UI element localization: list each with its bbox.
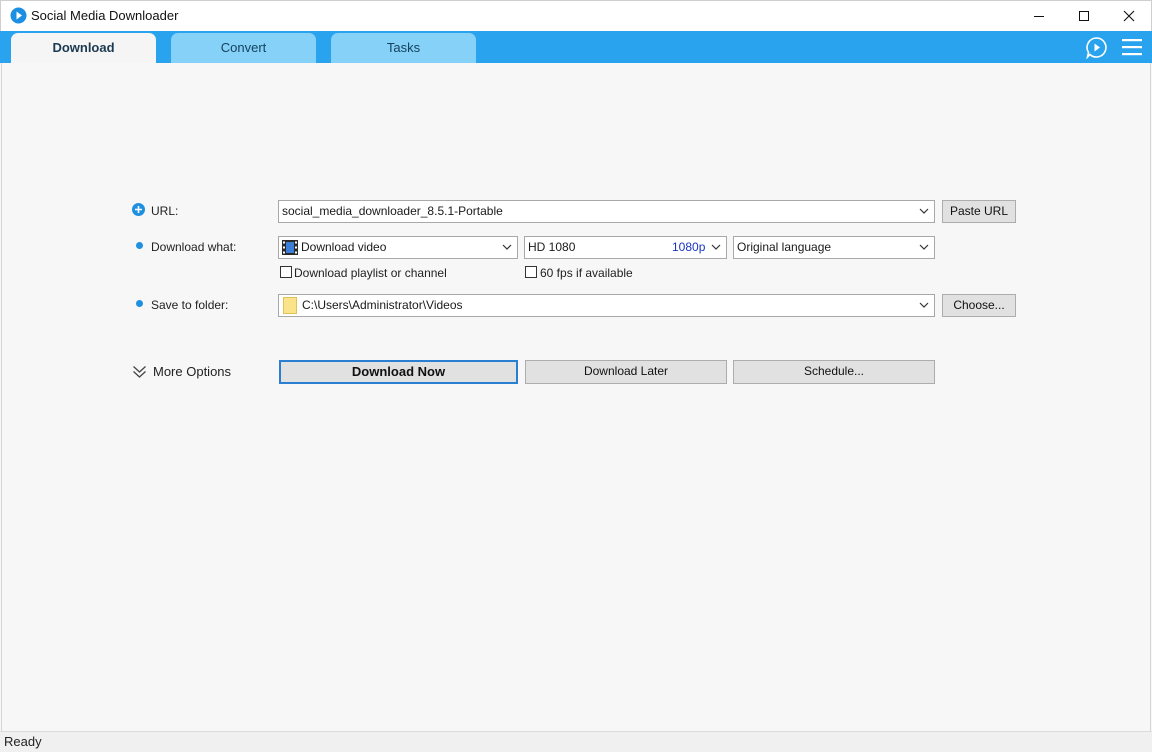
quality-badge: 1080p [672,240,706,254]
window-title: Social Media Downloader [31,8,179,23]
download-panel [1,63,1151,731]
folder-path: C:\Users\Administrator\Videos [302,298,463,312]
download-now-button[interactable]: Download Now [279,360,518,384]
language-select[interactable]: Original language [733,236,935,259]
expand-options-icon[interactable] [132,365,147,379]
tab-convert[interactable]: Convert [171,33,316,63]
schedule-button[interactable]: Schedule... [733,360,935,384]
minimize-icon [1034,16,1044,17]
add-url-icon[interactable] [132,203,145,216]
maximize-icon [1079,11,1089,21]
status-bar: Ready [0,731,1152,752]
language-value: Original language [737,240,832,254]
play-help-icon[interactable] [1085,36,1108,59]
menu-icon[interactable] [1122,38,1142,56]
more-options-toggle[interactable]: More Options [153,364,231,379]
film-icon [282,240,298,255]
title-bar: Social Media Downloader [0,0,1152,31]
minimize-button[interactable] [1016,1,1062,31]
chevron-down-icon[interactable] [711,243,721,251]
url-label: URL: [151,204,179,218]
save-folder-label: Save to folder: [151,298,229,312]
chevron-down-icon[interactable] [502,243,512,251]
url-combobox[interactable]: social_media_downloader_8.5.1-Portable [278,200,935,223]
fps-checkbox[interactable] [525,266,537,278]
url-value: social_media_downloader_8.5.1-Portable [282,204,503,218]
quality-value: HD 1080 [528,240,576,254]
bullet-icon [136,300,143,307]
playlist-checkbox-label[interactable]: Download playlist or channel [294,266,447,280]
download-later-button[interactable]: Download Later [525,360,727,384]
app-logo-icon [10,7,27,24]
bullet-icon [136,242,143,249]
status-text: Ready [4,734,42,749]
playlist-checkbox[interactable] [280,266,292,278]
folder-icon [283,297,297,314]
download-type-value: Download video [301,240,387,254]
chevron-down-icon[interactable] [919,301,929,309]
paste-url-button[interactable]: Paste URL [942,200,1016,223]
tab-tasks[interactable]: Tasks [331,33,476,63]
close-icon [1123,10,1135,22]
fps-checkbox-label[interactable]: 60 fps if available [540,266,633,280]
close-button[interactable] [1106,1,1152,31]
folder-combobox[interactable]: C:\Users\Administrator\Videos [278,294,935,317]
tab-download[interactable]: Download [11,33,156,63]
tab-bar: Download Convert Tasks [0,31,1152,63]
download-type-select[interactable]: Download video [278,236,518,259]
quality-select[interactable]: HD 1080 1080p [524,236,727,259]
maximize-button[interactable] [1061,1,1107,31]
chevron-down-icon[interactable] [919,207,929,215]
download-what-label: Download what: [151,240,237,254]
chevron-down-icon[interactable] [919,243,929,251]
choose-folder-button[interactable]: Choose... [942,294,1016,317]
